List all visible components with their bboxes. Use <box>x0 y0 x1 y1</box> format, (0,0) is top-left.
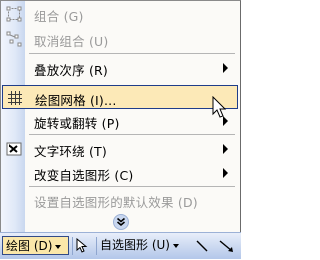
select-objects-icon <box>76 237 88 257</box>
drawing-toolbar: 绘图 (D) 自选图形 (U) <box>0 232 241 259</box>
menu-item-label: 取消组合 (U) <box>34 34 109 49</box>
select-objects-button[interactable] <box>76 236 94 255</box>
menu-separator <box>29 134 235 135</box>
expand-menu-button[interactable] <box>113 214 129 230</box>
line-button[interactable] <box>194 236 212 255</box>
menu-item-label: 旋转或翻转 (P) <box>34 116 120 131</box>
menu-item-label: 叠放次序 (R) <box>34 63 109 78</box>
menu-item-group[interactable]: 组合 (G) <box>2 3 238 25</box>
menu-item-change-autoshape[interactable]: 改变自选图形 (C) <box>2 162 238 184</box>
drawing-context-menu: 组合 (G) 取消组合 (U) 叠放次序 (R) 绘图网格 (I)... 旋转或… <box>0 0 241 233</box>
arrow-icon <box>218 240 236 257</box>
group-icon <box>6 6 22 22</box>
menu-item-rotate-flip[interactable]: 旋转或翻转 (P) <box>2 110 238 132</box>
menu-item-label: 组合 (G) <box>34 9 84 24</box>
submenu-arrow-icon <box>223 168 228 178</box>
menu-item-ungroup[interactable]: 取消组合 (U) <box>2 28 238 50</box>
line-icon <box>194 240 210 257</box>
toolbar-separator <box>96 237 97 255</box>
dropdown-caret-icon <box>55 244 62 249</box>
text-wrap-icon <box>6 141 22 157</box>
autoshapes-menu-label: 自选图形 (U) <box>100 238 170 252</box>
dropdown-caret-icon <box>172 243 179 248</box>
menu-separator <box>29 186 235 187</box>
menu-item-label: 文字环绕 (T) <box>34 144 107 159</box>
autoshapes-menu-button[interactable]: 自选图形 (U) <box>100 236 188 255</box>
menu-item-order[interactable]: 叠放次序 (R) <box>2 57 238 79</box>
menu-item-label: 设置自选图形的默认效果 (D) <box>34 195 198 210</box>
menu-item-autoshape-defaults[interactable]: 设置自选图形的默认效果 (D) <box>2 189 238 211</box>
menu-item-drawing-grid[interactable]: 绘图网格 (I)... <box>2 85 238 109</box>
menu-item-text-wrapping[interactable]: 文字环绕 (T) <box>2 138 238 160</box>
draw-menu-label: 绘图 (D) <box>6 239 53 253</box>
grid-icon <box>7 90 23 106</box>
toolbar-separator <box>72 237 73 255</box>
draw-menu-button[interactable]: 绘图 (D) <box>2 236 69 255</box>
menu-item-label: 改变自选图形 (C) <box>34 168 134 183</box>
submenu-arrow-icon <box>223 144 228 154</box>
arrow-button[interactable] <box>218 236 238 255</box>
menu-item-label: 绘图网格 (I)... <box>35 93 117 108</box>
mouse-cursor-icon <box>212 95 228 123</box>
ungroup-icon <box>6 31 22 47</box>
menu-separator <box>29 53 235 54</box>
submenu-arrow-icon <box>223 63 228 73</box>
